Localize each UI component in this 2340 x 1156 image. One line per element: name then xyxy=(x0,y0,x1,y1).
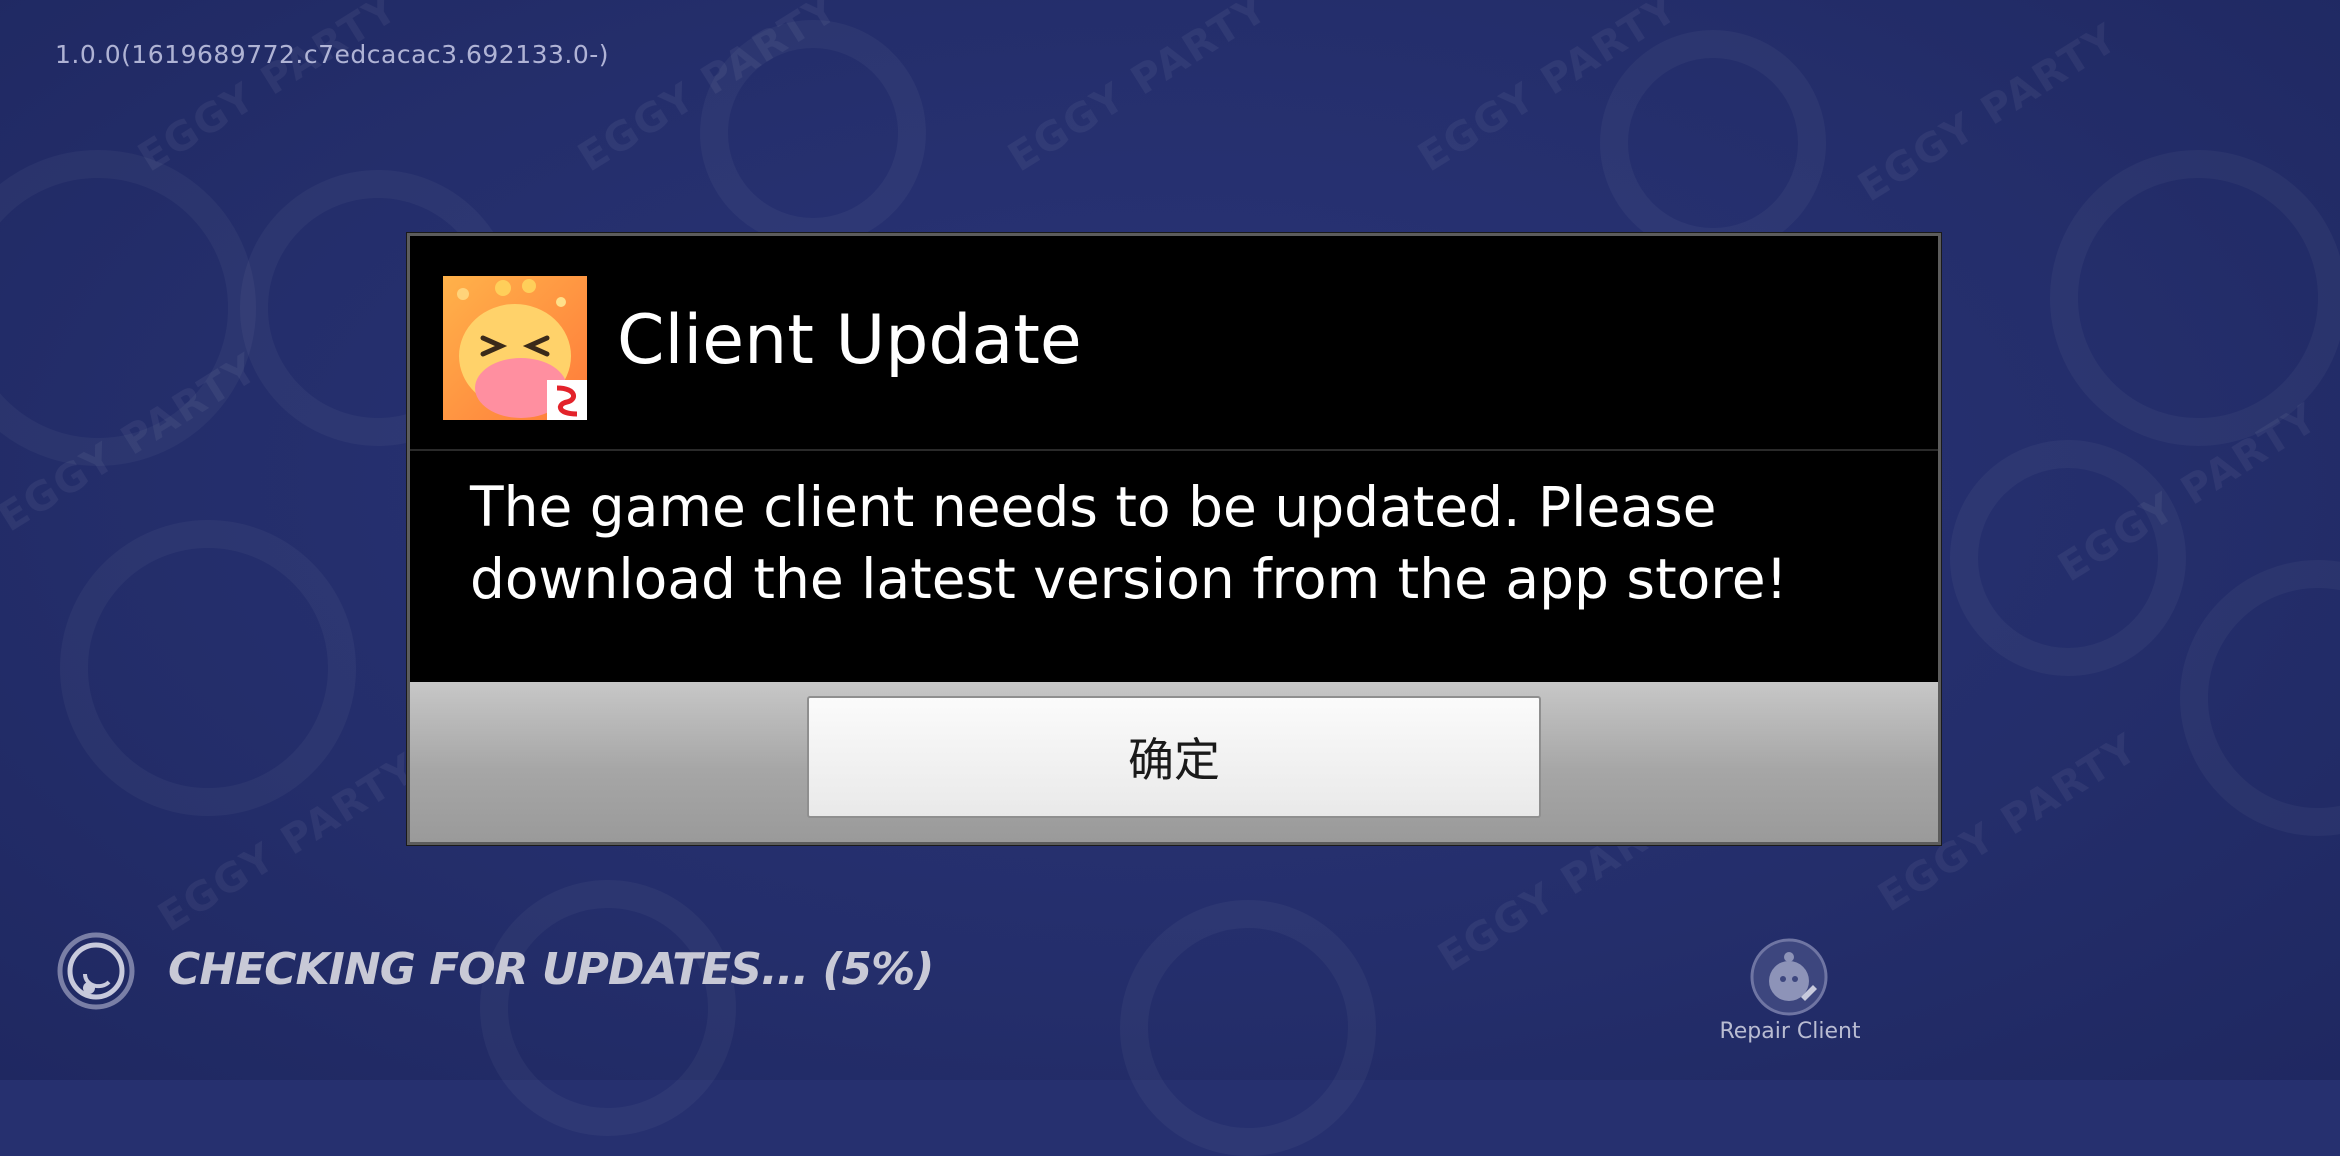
dialog-message: The game client needs to be updated. Ple… xyxy=(470,475,1788,611)
background-pattern-blob xyxy=(480,880,736,1136)
background-pattern-blob xyxy=(2180,560,2340,836)
dialog-footer: 确定 xyxy=(410,682,1938,842)
update-status-text: CHECKING FOR UPDATES... (5%) xyxy=(168,944,934,995)
background-pattern-blob xyxy=(1600,30,1826,256)
client-update-dialog: Client Update The game client needs to b… xyxy=(407,233,1941,845)
confirm-button[interactable]: 确定 xyxy=(807,696,1541,818)
dialog-title: Client Update xyxy=(617,301,1082,380)
repair-client-icon xyxy=(1749,937,1829,1017)
repair-client-button[interactable]: Repair Client xyxy=(1700,935,1880,1055)
loading-spinner-icon xyxy=(55,930,137,1012)
dialog-body: The game client needs to be updated. Ple… xyxy=(410,451,1938,673)
dialog-header: Client Update xyxy=(410,236,1938,451)
background-pattern-blob xyxy=(1120,900,1376,1156)
watermark-text: EGGY PARTY xyxy=(130,0,407,182)
watermark-text: EGGY PARTY xyxy=(1000,0,1277,182)
background-pattern-blob xyxy=(60,520,356,816)
version-label: 1.0.0(1619689772.c7edcacac3.692133.0-) xyxy=(55,40,610,69)
eggy-party-app-icon xyxy=(443,276,587,420)
repair-client-label: Repair Client xyxy=(1719,1019,1861,1044)
watermark-text: EGGY PARTY xyxy=(1850,14,2127,212)
